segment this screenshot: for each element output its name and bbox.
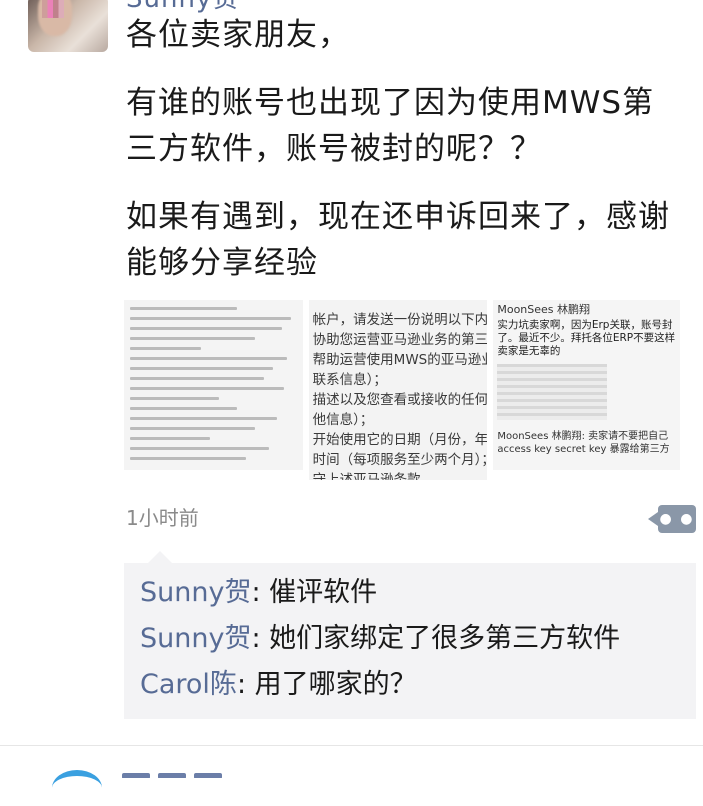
comment-row[interactable]: Carol陈: 用了哪家的？ [140, 663, 417, 707]
image-chat-message: 实力坑卖家啊，因为Erp关联，账号封了。最近不少。拜托各位ERP不要这样 卖家是… [497, 319, 676, 357]
comment-author[interactable]: Sunny贺 [140, 623, 251, 654]
post-paragraph: 如果有遇到，现在还申诉回来了，感谢能够分享经验 [126, 199, 670, 281]
image-text-line: 帮助运营使用MWS的亚马逊业务 [312, 352, 488, 368]
post-divider [0, 745, 703, 746]
post-image-1[interactable] [124, 300, 303, 470]
comment-author[interactable]: Carol陈 [140, 669, 237, 700]
post-text: 各位卖家朋友， 有谁的账号也出现了因为使用MWS第三方软件，账号被封的呢？？ 如… [126, 12, 686, 308]
more-dots-icon: ● ● [659, 511, 695, 527]
image-chat-footer: MoonSees 林鹏翔: 卖家请不要把自己 access key secret… [497, 431, 670, 455]
image-text-line: 描述以及您查看或接收的任何信息 [312, 392, 488, 408]
image-chat-screenshot [497, 364, 608, 420]
post-images: 帐户，请发送一份说明以下内容 协助您运营亚马逊业务的第三方服 帮助运营使用MWS… [124, 300, 681, 480]
post-time: 1小时前 [126, 506, 199, 530]
image-chat-name: MoonSees 林鹏翔 [497, 303, 591, 316]
post-image-3[interactable]: MoonSees 林鹏翔 实力坑卖家啊，因为Erp关联，账号封了。最近不少。拜托… [493, 300, 681, 470]
comment-text: : 用了哪家的？ [236, 669, 417, 700]
image-text-line: 开始使用它的日期（月份，年份 [312, 432, 488, 448]
image-text-line: 守上述亚马逊条款。 [312, 472, 435, 480]
image-text-line: 他信息）； [312, 412, 374, 428]
more-actions-button[interactable]: ● ● [648, 505, 696, 533]
next-post-avatar[interactable] [52, 770, 102, 806]
image-text-line: 帐户，请发送一份说明以下内容 [312, 312, 488, 328]
comment-author[interactable]: Sunny贺 [140, 577, 251, 608]
image-text-line: 时间（每项服务至少两个月）； [312, 452, 488, 468]
author-avatar[interactable] [28, 0, 108, 52]
image-text-line: 联系信息）； [312, 372, 387, 388]
post-paragraph: 各位卖家朋友， [126, 17, 350, 53]
avatar-mosaic [42, 0, 64, 18]
post-paragraph: 有谁的账号也出现了因为使用MWS第三方软件，账号被封的呢？？ [126, 85, 655, 167]
comment-text: : 她们家绑定了很多第三方软件 [251, 623, 621, 654]
comment-row[interactable]: Sunny贺: 她们家绑定了很多第三方软件 [140, 617, 620, 661]
comment-row[interactable]: Sunny贺: 催评软件 [140, 571, 377, 615]
comment-text: : 催评软件 [251, 577, 378, 608]
next-post-author[interactable] [122, 764, 322, 778]
image-text-line: 协助您运营亚马逊业务的第三方服 [312, 332, 488, 348]
comments-panel: Sunny贺: 催评软件 Sunny贺: 她们家绑定了很多第三方软件 Carol… [124, 551, 696, 719]
post-image-2[interactable]: 帐户，请发送一份说明以下内容 协助您运营亚马逊业务的第三方服 帮助运营使用MWS… [308, 300, 488, 480]
